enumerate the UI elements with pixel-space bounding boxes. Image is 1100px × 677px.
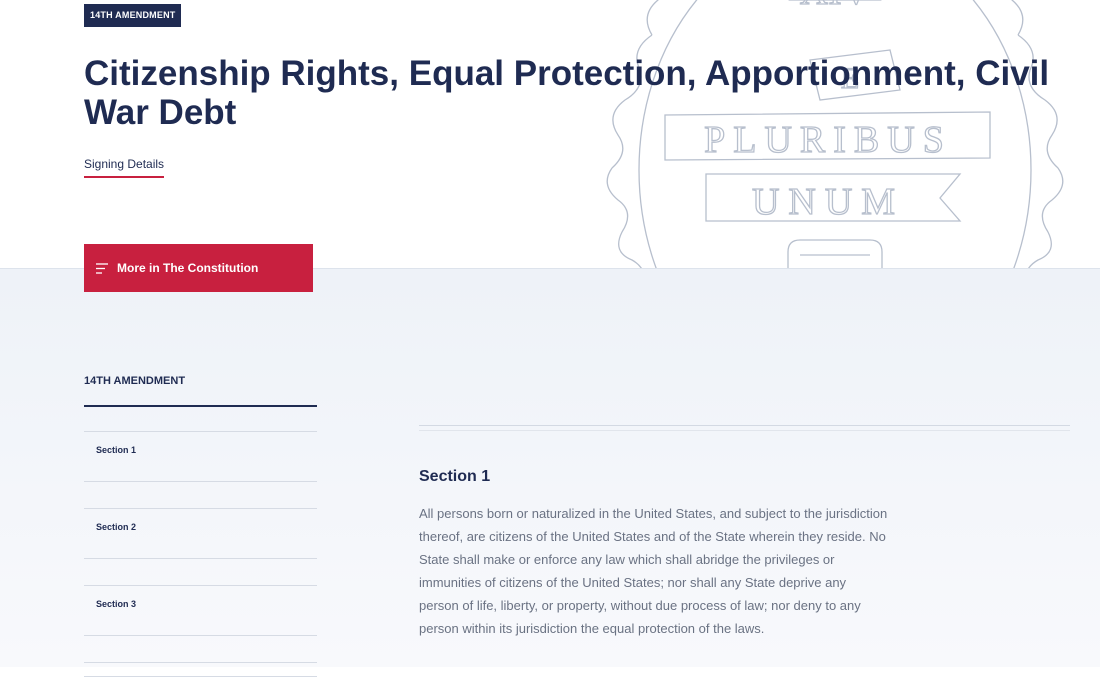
seal-top-text: XIV: [799, 0, 870, 13]
sidebar-item-label: Section 1: [96, 445, 137, 455]
content-divider-secondary: [419, 430, 1070, 431]
sidebar-item-section-2[interactable]: Section 2: [84, 508, 317, 559]
sidebar-item-next[interactable]: [84, 662, 317, 677]
sidebar-item-section-3[interactable]: Section 3: [84, 585, 317, 636]
signing-details-link[interactable]: Signing Details: [84, 157, 165, 178]
content-divider: [419, 425, 1070, 426]
hero: XIV E PLURIBUS UNUM 14TH AMENDMENT Citiz…: [0, 0, 1100, 268]
sidebar-item-label: Section 3: [96, 599, 137, 609]
sidebar-divider: [84, 405, 317, 407]
more-button-label: More in The Constitution: [117, 261, 259, 275]
section-title: Section 1: [419, 468, 491, 485]
seal-banner-unum: UNUM: [752, 181, 904, 223]
more-in-constitution-button[interactable]: More in The Constitution: [84, 244, 313, 292]
sidebar-item-section-1[interactable]: Section 1: [84, 431, 317, 482]
seal-illustration: XIV E PLURIBUS UNUM: [606, 0, 1064, 268]
sidebar-item-label: Section 2: [96, 522, 137, 532]
amendment-tag: 14TH AMENDMENT: [84, 4, 182, 27]
section-body: All persons born or naturalized in the U…: [419, 506, 888, 636]
menu-icon: [96, 262, 108, 274]
page-title: Citizenship Rights, Equal Protection, Ap…: [84, 54, 1050, 132]
sidebar-heading: 14TH AMENDMENT: [84, 375, 186, 387]
